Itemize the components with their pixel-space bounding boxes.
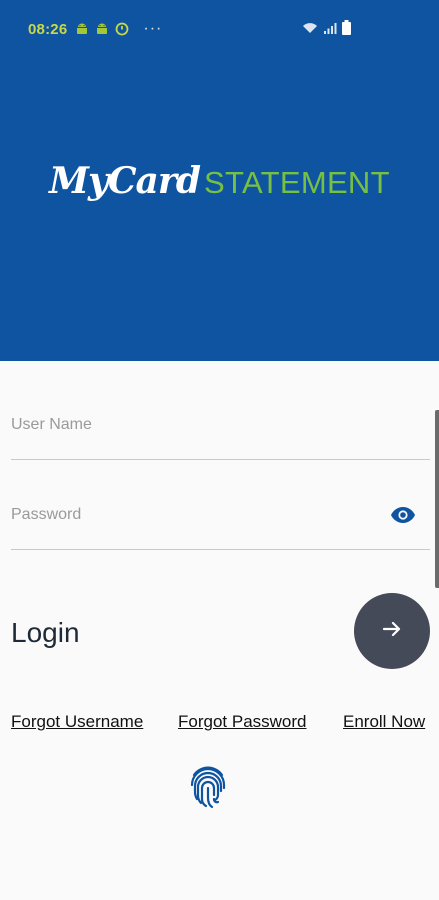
more-notifications-indicator: ··· [143,20,163,37]
android-icon [75,22,89,36]
logo-statement-text: STATEMENT [204,165,390,200]
password-input[interactable] [11,500,430,530]
android-icon [95,22,109,36]
alarm-icon [115,22,129,36]
status-system-icons [302,20,351,40]
forgot-username-link[interactable]: Forgot Username [11,712,143,732]
battery-icon [342,20,351,40]
signal-icon [323,21,337,40]
status-bar: 08:26 ··· [0,0,439,58]
app-logo: MyCard STATEMENT [0,160,439,202]
arrow-right-icon [381,618,403,645]
scrollbar[interactable] [435,410,439,588]
show-password-eye-icon[interactable] [390,504,416,526]
username-field[interactable] [11,410,430,460]
logo-mycard-text: MyCard [49,160,201,202]
username-input[interactable] [11,410,430,440]
forgot-password-link[interactable]: Forgot Password [178,712,307,732]
status-time: 08:26 [28,20,68,38]
enroll-now-link[interactable]: Enroll Now [343,712,425,732]
fingerprint-login-icon[interactable] [189,765,227,809]
status-notification-icons: ··· [75,20,162,38]
login-submit-button[interactable] [354,593,430,669]
password-field[interactable] [11,500,430,550]
account-links: Forgot Username Forgot Password Enroll N… [11,712,431,736]
wifi-icon [302,21,318,40]
header-banner: 08:26 ··· MyCard STATEMENT [0,0,439,361]
login-label: Login [11,617,80,648]
